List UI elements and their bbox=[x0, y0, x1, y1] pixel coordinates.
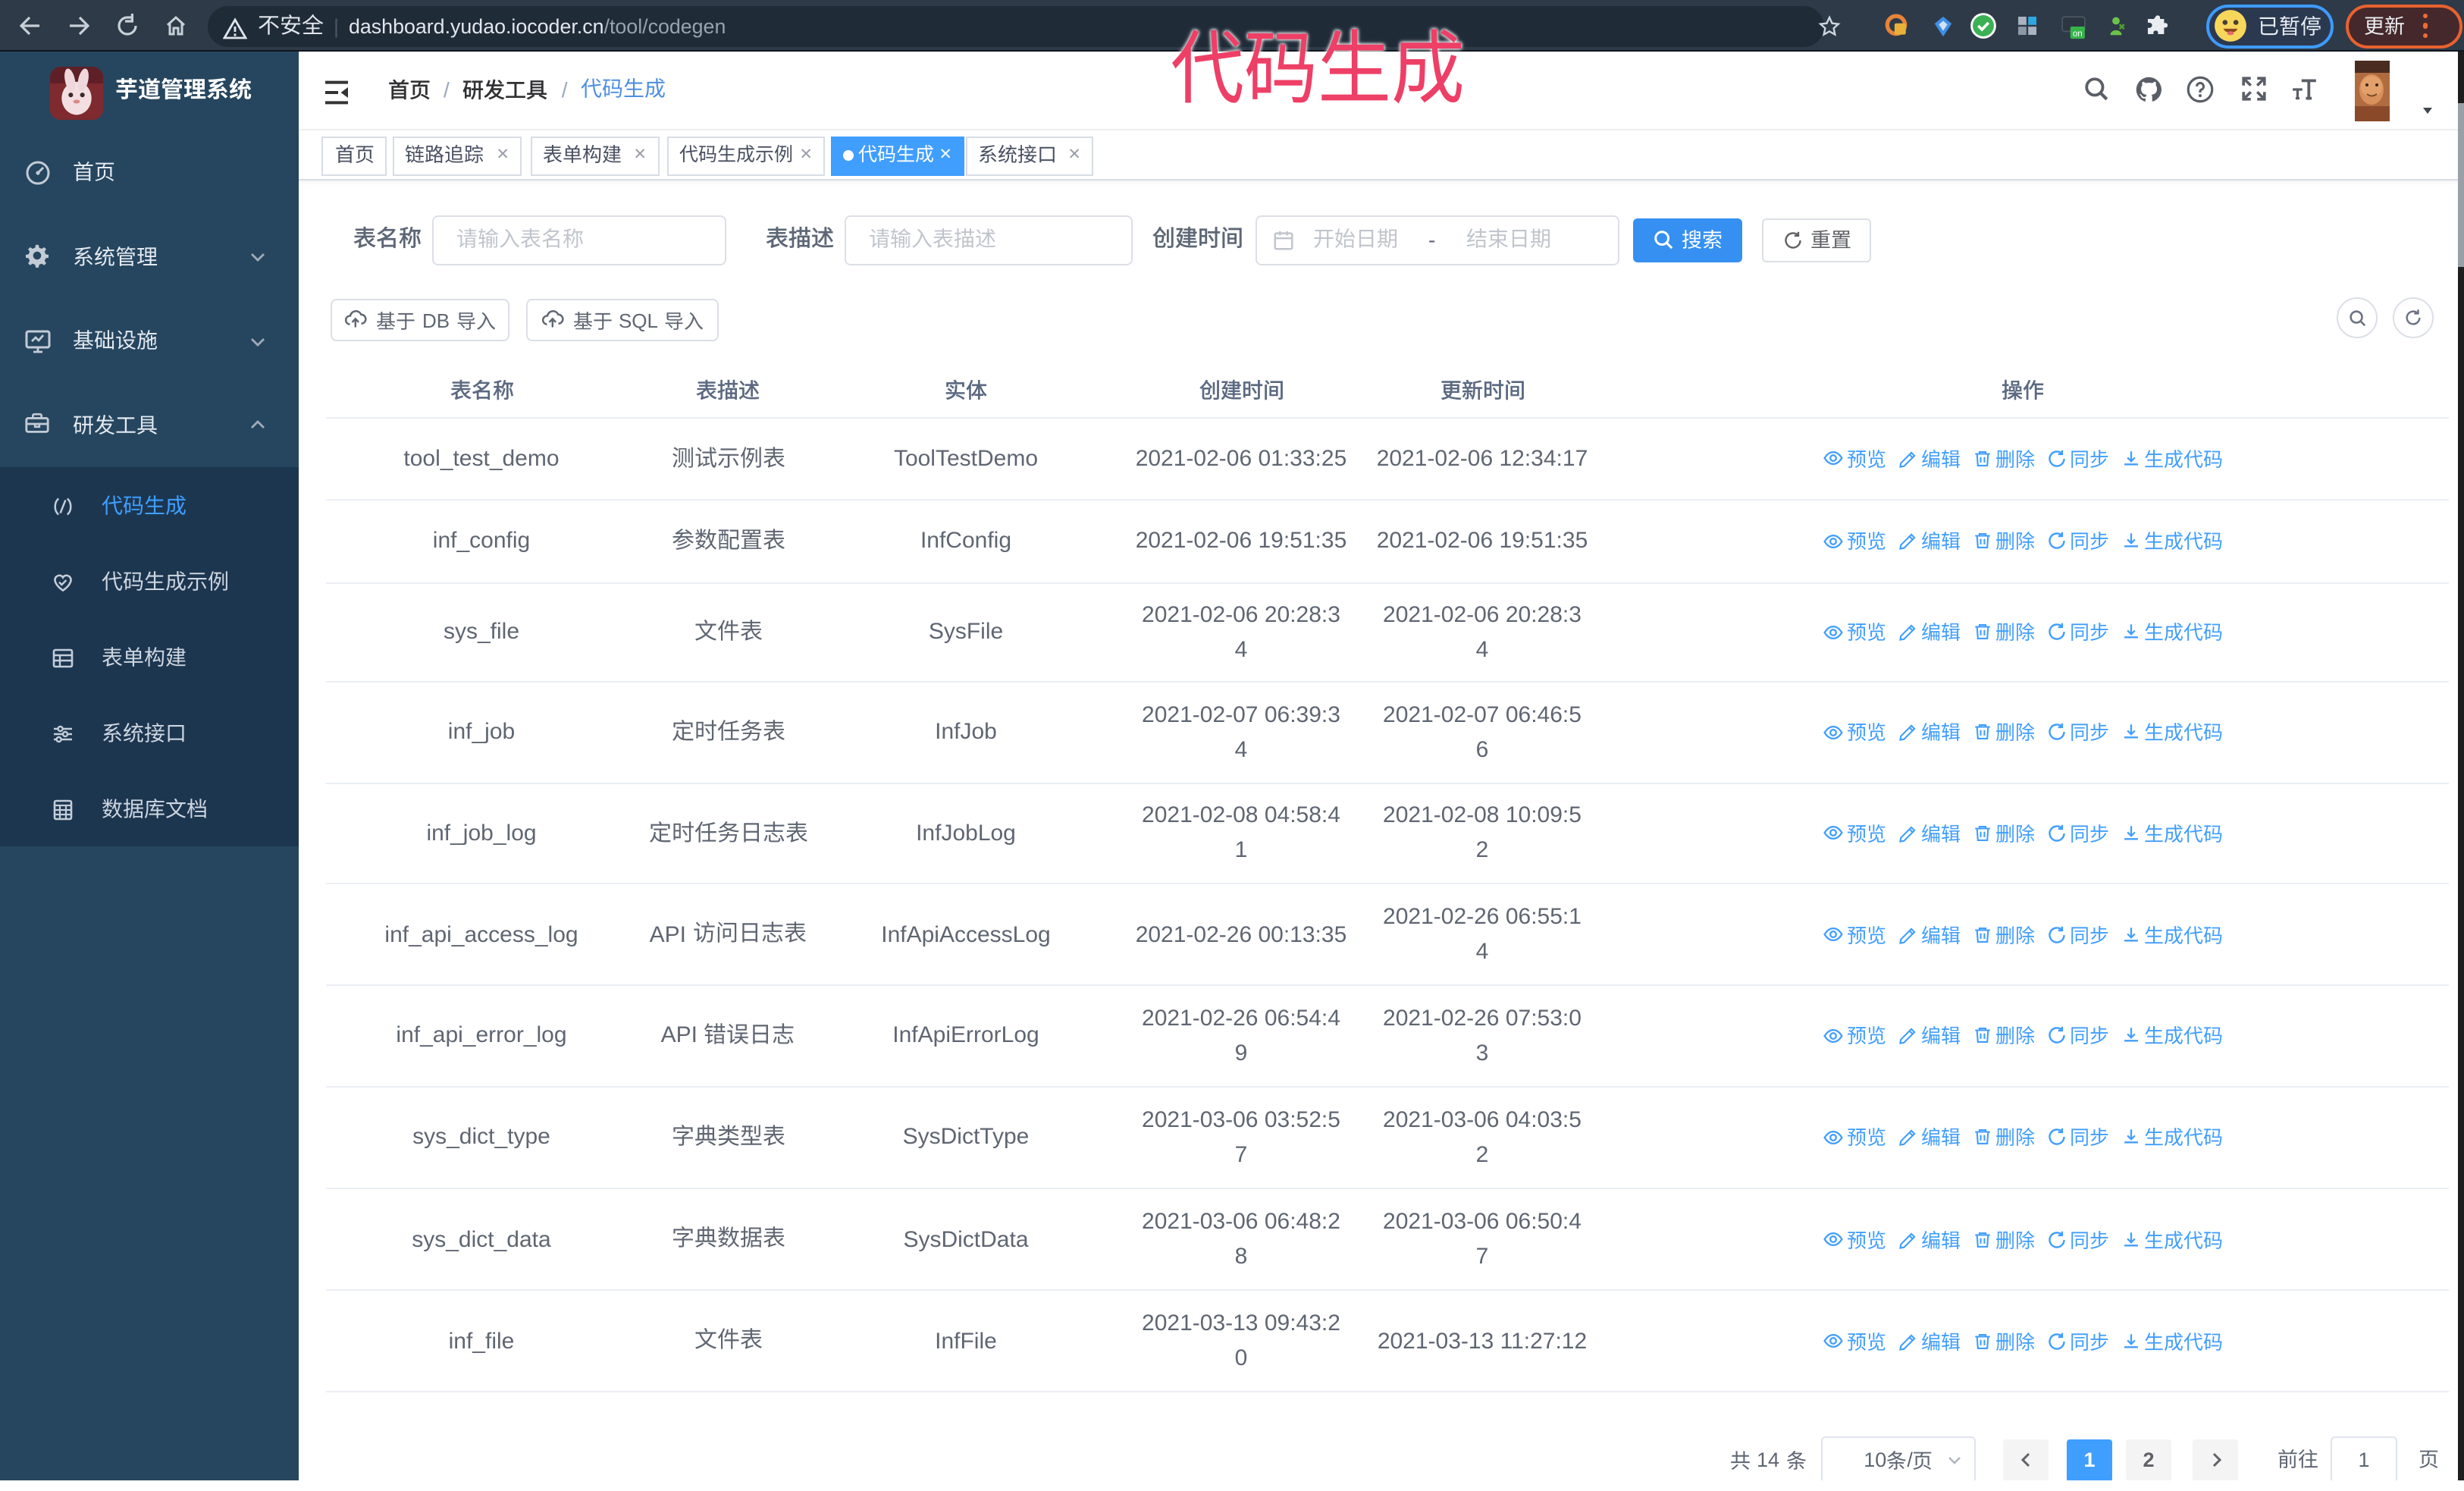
svg-text:on: on bbox=[2072, 28, 2082, 38]
